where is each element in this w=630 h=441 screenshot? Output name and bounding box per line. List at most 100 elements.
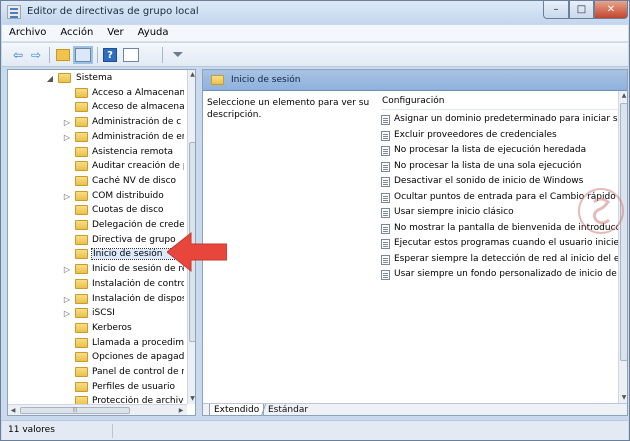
folder-icon — [58, 73, 71, 83]
back-arrow-icon[interactable]: ⇦ — [10, 47, 26, 63]
toolbar-separator — [49, 47, 50, 63]
folder-icon — [75, 264, 88, 275]
policy-setting-icon — [381, 239, 390, 249]
tree-item-label: Acceso de almacenar — [92, 102, 184, 113]
policy-setting-icon — [381, 161, 390, 172]
scroll-down-arrow-icon[interactable]: ▼ — [188, 394, 195, 404]
expand-arrow-icon[interactable]: ▷ — [63, 118, 71, 127]
policy-setting-icon — [381, 130, 390, 141]
policy-setting-icon — [381, 177, 390, 187]
expand-arrow-icon[interactable]: ▷ — [63, 265, 71, 274]
policy-row[interactable]: Asignar un dominio predeterminado para i… — [381, 112, 619, 127]
tree-item[interactable]: ▷ Administración de c — [8, 115, 186, 130]
tree-item-label: Asistencia remota — [92, 146, 173, 157]
menu-ver[interactable]: Ver — [100, 25, 130, 41]
tree-item[interactable]: Caché NV de disco — [8, 174, 186, 189]
watermark-logo-icon — [578, 188, 624, 234]
red-pointer-arrow-icon — [167, 231, 227, 273]
policy-row[interactable]: Usar siempre un fondo personalizado de i… — [381, 267, 619, 282]
folder-icon — [75, 337, 88, 348]
action-pane-icon[interactable] — [123, 48, 139, 62]
tree-item[interactable]: ◢ Sistema — [8, 71, 186, 86]
close-button[interactable]: ✕ — [594, 1, 628, 19]
policy-setting-icon — [381, 254, 390, 265]
folder-icon — [75, 131, 88, 142]
tree-item[interactable]: Llamada a procedimi — [8, 336, 186, 351]
policy-label: No procesar la lista de ejecución hereda… — [394, 145, 587, 155]
scroll-down-arrow-icon[interactable]: ▼ — [619, 393, 627, 403]
menu-archivo[interactable]: Archivo — [2, 25, 53, 41]
scroll-left-arrow-icon[interactable]: ◀ — [8, 405, 18, 415]
tree-item-label: Perfiles de usuario — [92, 381, 176, 392]
policy-row[interactable]: Esperar siempre la detección de red al i… — [381, 252, 619, 267]
policy-row[interactable]: Ejecutar estos programas cuando el usuar… — [381, 236, 619, 251]
folder-icon — [75, 278, 88, 289]
tab-extendido[interactable]: Extendido — [209, 404, 265, 415]
menu-accion[interactable]: Acción — [53, 25, 100, 41]
minimize-button[interactable]: – — [543, 1, 569, 19]
tree-item[interactable]: Perfiles de usuario — [8, 380, 186, 395]
tree-item[interactable]: ▷ Administración de er — [8, 130, 186, 145]
folder-icon — [75, 220, 88, 230]
tree-horizontal-scrollbar[interactable]: ◀ ||| ▶ — [8, 404, 187, 415]
tree-item-label: Instalación de contro — [92, 278, 184, 289]
forward-arrow-icon[interactable]: ⇨ — [28, 47, 44, 63]
folder-icon — [75, 322, 88, 333]
tree-item[interactable]: Delegación de creder — [8, 218, 186, 233]
policy-setting-icon — [381, 270, 390, 280]
details-vertical-scrollbar[interactable]: ▲ ▼ — [618, 91, 627, 403]
policy-label: Excluir proveedores de credenciales — [394, 129, 557, 140]
tree-item[interactable]: ▷ iSCSI — [8, 306, 186, 321]
folder-icon — [75, 161, 88, 172]
scroll-up-arrow-icon[interactable]: ▲ — [619, 91, 627, 101]
tree-item[interactable]: ▷ Inicio de sesión de re — [8, 262, 186, 277]
folder-icon — [211, 75, 224, 85]
scroll-up-arrow-icon[interactable]: ▲ — [188, 70, 195, 80]
expand-arrow-icon[interactable]: ▷ — [63, 309, 71, 318]
folder-icon — [75, 381, 88, 392]
tab-estandar[interactable]: Estándar — [260, 404, 315, 415]
tree-item[interactable]: Inicio de sesión — [8, 247, 186, 262]
tree-item[interactable]: Acceso a Almacenam — [8, 86, 186, 101]
maximize-button[interactable]: □ — [569, 1, 594, 19]
tree-item[interactable]: ▷ Instalación de dispos — [8, 292, 186, 307]
tree-item-label: Kerberos — [92, 322, 132, 333]
tree-item-label: Panel de control de r — [92, 367, 184, 377]
policy-row[interactable]: No procesar la lista de ejecución hereda… — [381, 143, 619, 158]
help-icon[interactable]: ? — [103, 48, 117, 62]
tree-item[interactable]: Auditar creación de p — [8, 159, 186, 174]
scroll-thumb[interactable]: ||| — [20, 407, 130, 414]
expand-arrow-icon[interactable]: ▷ — [63, 133, 71, 142]
policy-label: Ejecutar estos programas cuando el usuar… — [394, 238, 619, 248]
tree-item[interactable]: Directiva de grupo — [8, 233, 186, 248]
tree-item[interactable]: Instalación de contro — [8, 277, 186, 292]
scroll-right-arrow-icon[interactable]: ▶ — [176, 405, 186, 415]
description-text: Seleccione un elemento para ver su descr… — [207, 98, 370, 120]
show-tree-icon[interactable] — [75, 48, 91, 62]
tree-item[interactable]: Asistencia remota — [8, 145, 186, 160]
tree-item[interactable]: Kerberos — [8, 321, 186, 336]
expand-arrow-icon[interactable]: ◢ — [46, 74, 54, 83]
expand-arrow-icon[interactable]: ▷ — [63, 295, 71, 304]
folder-icon — [75, 175, 88, 186]
menu-ayuda[interactable]: Ayuda — [131, 25, 176, 41]
tree-item-label: Llamada a procedimi — [92, 337, 184, 348]
tree-item-label: Auditar creación de p — [92, 161, 184, 172]
tree-item[interactable]: Opciones de apagado — [8, 350, 186, 365]
folder-up-icon[interactable] — [56, 49, 70, 61]
policy-row[interactable]: Excluir proveedores de credenciales — [381, 128, 619, 143]
view-tabs: Extendido Estándar — [203, 403, 627, 415]
column-header-configuracion[interactable]: Configuración — [381, 96, 619, 110]
policy-label: Asignar un dominio predeterminado para i… — [394, 114, 619, 124]
tree-item[interactable]: ▷ COM distribuido — [8, 189, 186, 204]
filter-icon[interactable]: ⏷ — [170, 47, 186, 63]
expand-arrow-icon[interactable]: ▷ — [63, 192, 71, 201]
tree-item[interactable]: Acceso de almacenar — [8, 100, 186, 115]
policy-row[interactable]: No procesar la lista de una sola ejecuci… — [381, 159, 619, 174]
folder-icon — [75, 87, 88, 98]
tree-item[interactable]: Cuotas de disco — [8, 203, 186, 218]
tree-item-label: Cuotas de disco — [92, 205, 164, 216]
title-bar[interactable]: Editor de directivas de grupo local – □ … — [1, 1, 629, 24]
tree-item[interactable]: Panel de control de r — [8, 365, 186, 380]
folder-icon — [75, 190, 88, 201]
